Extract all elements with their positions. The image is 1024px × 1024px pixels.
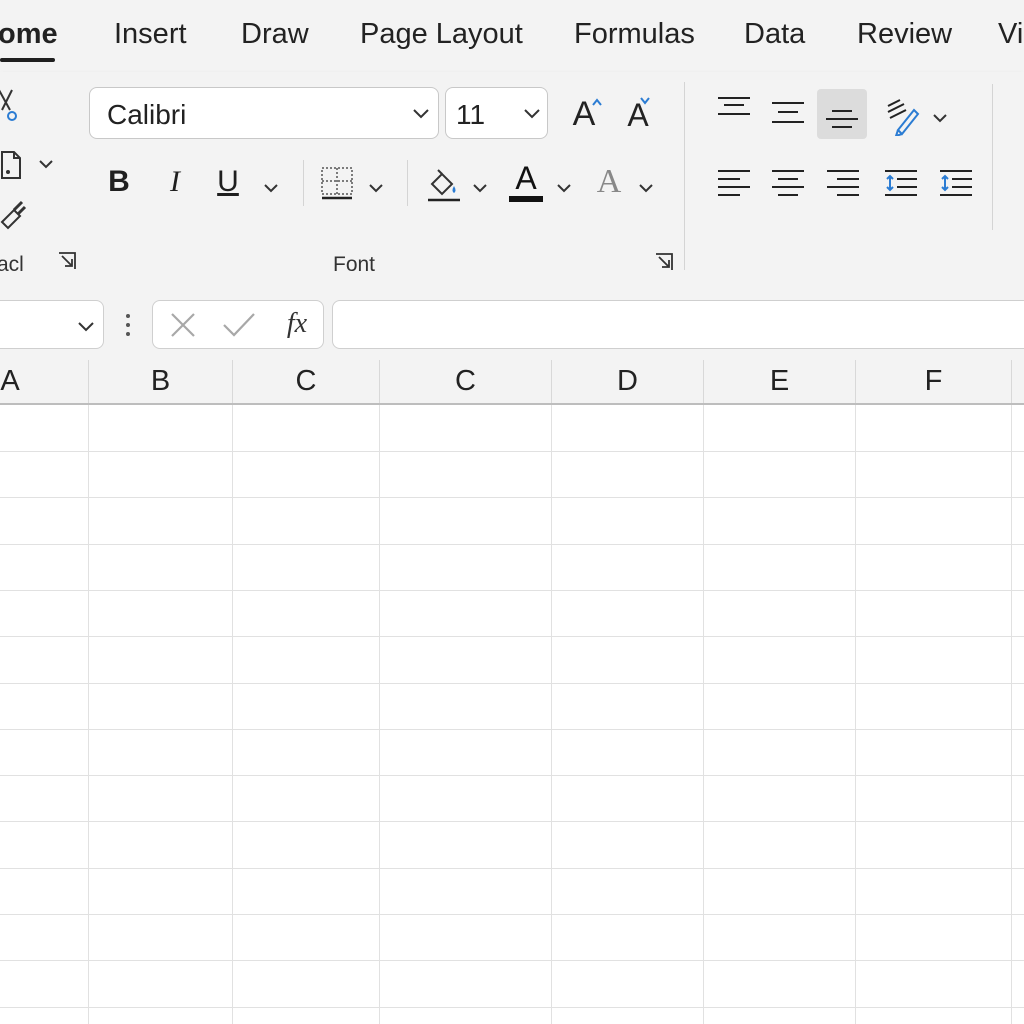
- column-header-b[interactable]: B: [89, 360, 232, 403]
- grid-row-line: [0, 590, 1024, 591]
- grid-row-line: [0, 451, 1024, 452]
- underline-chevron-down-icon[interactable]: [263, 180, 279, 198]
- orientation-chevron-down-icon[interactable]: [932, 110, 948, 128]
- column-header-c-2[interactable]: C: [380, 360, 551, 403]
- bold-button[interactable]: B: [104, 162, 134, 202]
- font-size-combobox[interactable]: 11: [445, 87, 548, 139]
- clipboard-dialog-launcher-icon[interactable]: [57, 251, 77, 271]
- font-color-label: A: [515, 159, 537, 196]
- align-right-icon[interactable]: [825, 168, 861, 200]
- clipboard-group-label: acl: [0, 253, 24, 276]
- grid-row-line: [0, 729, 1024, 730]
- increase-indent-icon[interactable]: [938, 168, 974, 200]
- formula-input[interactable]: [332, 300, 1024, 349]
- column-header-e[interactable]: E: [704, 360, 855, 403]
- tab-data[interactable]: Data: [744, 18, 805, 51]
- column-header-row: A B C C D E F: [0, 360, 1024, 405]
- text-effects-chevron-down-icon[interactable]: [638, 180, 654, 198]
- grid-row-line: [0, 868, 1024, 869]
- cancel-icon[interactable]: [167, 310, 199, 340]
- group-separator-font: [684, 82, 685, 270]
- italic-label: I: [170, 165, 180, 198]
- format-painter-icon[interactable]: [0, 196, 28, 230]
- name-box[interactable]: [0, 300, 104, 349]
- cell-grid[interactable]: [0, 405, 1024, 1024]
- group-separator-alignment: [992, 84, 993, 230]
- formula-buttons-box: fx: [152, 300, 324, 349]
- borders-chevron-down-icon[interactable]: [368, 180, 384, 198]
- ribbon-tab-bar: ome Insert Draw Page Layout Formulas Dat…: [0, 0, 1024, 72]
- ribbon: acl Calibri 11 A A B I U A A Font: [0, 72, 1024, 280]
- font-group-label: Font: [333, 253, 376, 276]
- grid-row-line: [0, 636, 1024, 637]
- grid-row-line: [0, 497, 1024, 498]
- font-name-value: Calibri: [107, 99, 187, 130]
- column-divider: [1011, 360, 1012, 403]
- decrease-indent-icon[interactable]: [883, 168, 919, 200]
- font-dialog-launcher-icon[interactable]: [654, 252, 674, 272]
- shrink-caret-icon: [640, 97, 650, 105]
- align-top-icon[interactable]: [716, 94, 752, 124]
- fx-label: fx: [286, 308, 308, 339]
- grid-row-line: [0, 960, 1024, 961]
- font-separator-1: [303, 160, 304, 206]
- font-color-button[interactable]: A: [506, 158, 546, 204]
- grow-caret-icon: [592, 98, 602, 106]
- grid-row-line: [0, 544, 1024, 545]
- underline-button[interactable]: U: [212, 162, 244, 202]
- font-separator-2: [407, 160, 408, 206]
- bold-label: B: [108, 165, 130, 198]
- formula-bar-grip-icon[interactable]: [122, 310, 134, 340]
- tab-home[interactable]: ome: [0, 18, 58, 51]
- text-effects-label: A: [596, 163, 622, 200]
- tab-view[interactable]: Vi: [998, 18, 1023, 51]
- grid-row-line: [0, 821, 1024, 822]
- column-header-c[interactable]: C: [233, 360, 379, 403]
- grid-row-line: [0, 1007, 1024, 1008]
- text-effects-button[interactable]: A: [592, 160, 626, 204]
- font-name-combobox[interactable]: Calibri: [89, 87, 439, 139]
- grid-row-line: [0, 914, 1024, 915]
- decrease-font-size-button[interactable]: A: [620, 94, 656, 136]
- column-header-a[interactable]: A: [0, 360, 60, 403]
- align-center-icon[interactable]: [770, 168, 806, 200]
- column-header-d[interactable]: D: [552, 360, 703, 403]
- align-left-icon[interactable]: [716, 168, 752, 200]
- grid-row-line: [0, 683, 1024, 684]
- active-tab-indicator: [0, 58, 55, 62]
- copy-icon[interactable]: [0, 146, 26, 182]
- column-header-f[interactable]: F: [856, 360, 1011, 403]
- enter-check-icon[interactable]: [221, 310, 257, 340]
- font-size-chevron-down-icon: [524, 109, 540, 119]
- align-middle-icon[interactable]: [770, 98, 806, 128]
- font-color-chevron-down-icon[interactable]: [556, 180, 572, 198]
- formula-bar-area: fx: [0, 280, 1024, 360]
- tab-draw[interactable]: Draw: [241, 18, 309, 51]
- italic-button[interactable]: I: [160, 162, 190, 202]
- align-bottom-icon[interactable]: [817, 89, 867, 139]
- font-name-chevron-down-icon: [413, 109, 429, 119]
- fill-color-chevron-down-icon[interactable]: [472, 180, 488, 198]
- font-color-swatch: [509, 196, 543, 202]
- tab-review[interactable]: Review: [857, 18, 952, 51]
- underline-label: U: [217, 165, 239, 198]
- tab-formulas[interactable]: Formulas: [574, 18, 695, 51]
- borders-icon[interactable]: [318, 164, 356, 202]
- insert-function-button[interactable]: fx: [277, 307, 317, 341]
- orientation-icon[interactable]: [884, 96, 924, 136]
- paste-chevron-down-icon[interactable]: [38, 156, 54, 174]
- tab-page-layout[interactable]: Page Layout: [360, 18, 523, 51]
- fill-color-icon[interactable]: [424, 164, 464, 204]
- grid-row-line: [0, 775, 1024, 776]
- font-size-value: 11: [456, 99, 486, 130]
- cut-icon[interactable]: [0, 88, 24, 124]
- name-box-chevron-down-icon: [78, 322, 94, 332]
- increase-font-size-button[interactable]: A: [564, 92, 604, 136]
- tab-insert[interactable]: Insert: [114, 18, 187, 51]
